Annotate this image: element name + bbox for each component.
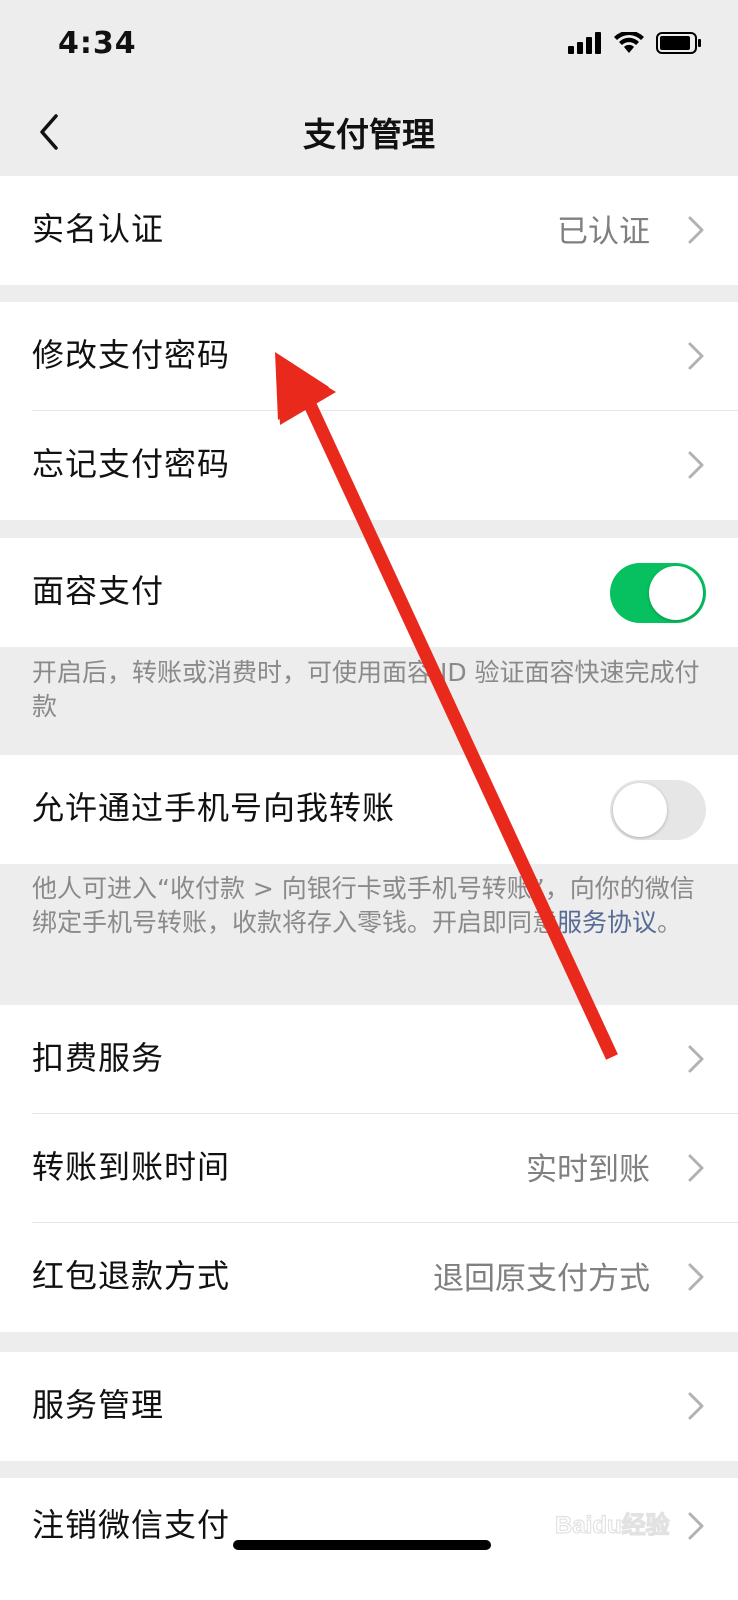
row-label: 注销微信支付: [32, 1506, 231, 1544]
phone-transfer-note: 他人可进入“收付款 > 向银行卡或手机号转账”，向你的微信绑定手机号转账，收款将…: [32, 872, 712, 940]
row-forgot-password[interactable]: 忘记支付密码: [0, 411, 738, 520]
page-title: 支付管理: [303, 115, 435, 154]
row-arrival-time[interactable]: 转账到账时间 实时到账: [0, 1114, 738, 1223]
battery-icon: [656, 32, 701, 54]
face-pay-toggle[interactable]: [610, 563, 706, 623]
row-label: 转账到账时间: [32, 1148, 231, 1186]
group-service-mgmt: 服务管理: [0, 1352, 738, 1461]
group-identity: 实名认证 已认证: [0, 176, 738, 285]
service-agreement-link[interactable]: 服务协议: [557, 908, 657, 937]
chevron-right-icon: [688, 1263, 704, 1291]
row-change-password[interactable]: 修改支付密码: [0, 302, 738, 411]
signal-icon: [568, 32, 601, 54]
chevron-right-icon: [688, 1392, 704, 1420]
row-phone-transfer: 允许通过手机号向我转账: [0, 755, 738, 864]
nav-bar: 支付管理: [0, 88, 738, 176]
row-label: 红包退款方式: [32, 1257, 231, 1295]
group-password: 修改支付密码 忘记支付密码: [0, 302, 738, 520]
toggle-knob: [649, 566, 703, 620]
home-indicator: [233, 1540, 491, 1550]
row-value: 实时到账: [526, 1152, 650, 1188]
row-value: 退回原支付方式: [433, 1261, 650, 1297]
row-label: 扣费服务: [32, 1039, 165, 1077]
row-deduction[interactable]: 扣费服务: [0, 1005, 738, 1114]
status-icons: [568, 32, 702, 54]
status-time: 4:34: [58, 26, 137, 61]
wifi-icon: [614, 32, 644, 53]
row-label: 实名认证: [32, 210, 165, 248]
row-label: 服务管理: [32, 1386, 165, 1424]
chevron-right-icon: [688, 216, 704, 244]
row-service-mgmt[interactable]: 服务管理: [0, 1352, 738, 1461]
row-label: 面容支付: [32, 572, 165, 610]
row-red-packet-refund[interactable]: 红包退款方式 退回原支付方式: [0, 1223, 738, 1332]
chevron-right-icon: [688, 451, 704, 479]
chevron-right-icon: [688, 342, 704, 370]
note-end: 。: [657, 908, 683, 937]
chevron-right-icon: [688, 1045, 704, 1073]
chevron-right-icon: [688, 1154, 704, 1182]
row-label: 修改支付密码: [32, 336, 231, 374]
phone-transfer-toggle[interactable]: [610, 780, 706, 840]
row-face-pay: 面容支付: [0, 538, 738, 647]
row-label: 忘记支付密码: [32, 445, 231, 483]
svg-text:Baidu经验: Baidu经验: [555, 1511, 670, 1539]
group-services: 扣费服务 转账到账时间 实时到账 红包退款方式 退回原支付方式: [0, 1005, 738, 1332]
face-pay-note: 开启后，转账或消费时，可使用面容 ID 验证面容快速完成付款: [32, 658, 700, 721]
group-phone-transfer: 允许通过手机号向我转账: [0, 755, 738, 864]
row-real-name[interactable]: 实名认证 已认证: [0, 176, 738, 285]
baidu-watermark-logo: Baidu经验: [555, 1510, 670, 1539]
row-value: 已认证: [557, 214, 650, 250]
toggle-knob: [613, 783, 667, 837]
group-face-pay: 面容支付: [0, 538, 738, 647]
status-bar: 4:34: [0, 0, 738, 88]
row-label: 允许通过手机号向我转账: [32, 789, 396, 827]
